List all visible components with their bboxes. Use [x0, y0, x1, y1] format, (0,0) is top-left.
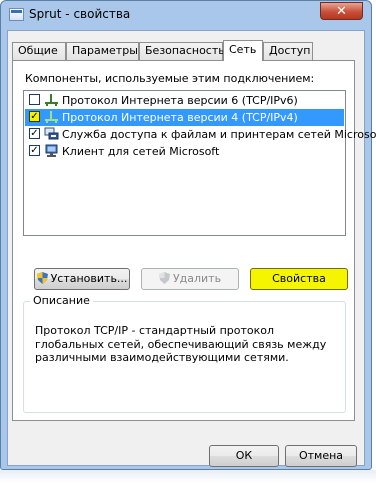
window-icon [9, 8, 24, 21]
description-legend: Описание [30, 294, 93, 307]
close-button[interactable]: ✕ [320, 2, 363, 20]
components-label: Компоненты, используемые этим подключени… [25, 72, 315, 85]
title-bar[interactable]: Sprut - свойства ✕ [1, 1, 371, 29]
network-protocol-icon [45, 94, 58, 106]
file-printer-sharing-icon [44, 127, 59, 140]
properties-button[interactable]: Свойства [250, 268, 348, 290]
list-item-selected[interactable]: ✓ Протокол Интернета версии 4 (TCP/IPv4) [25, 109, 344, 126]
list-item[interactable]: ✓ Служба доступа к файлам и принтерам се… [25, 126, 376, 143]
tab-security[interactable]: Безопасность [139, 42, 225, 60]
install-button[interactable]: Установить... [34, 268, 130, 290]
dialog-body: Общие Параметры Безопасность Сеть Доступ… [7, 30, 376, 467]
tab-general[interactable]: Общие [12, 42, 66, 60]
network-tab-panel: Компоненты, используемые этим подключени… [12, 60, 376, 421]
ok-button[interactable]: ОК [209, 445, 279, 467]
checkbox-ipv6[interactable] [29, 94, 40, 105]
list-item-label: Клиент для сетей Microsoft [62, 145, 220, 158]
window-title: Sprut - свойства [29, 7, 131, 21]
list-item-label: Служба доступа к файлам и принтерам сете… [62, 128, 376, 141]
window-shadow [0, 470, 376, 483]
description-group: Описание Протокол TCP/IP - стандартный п… [23, 294, 346, 413]
install-button-label: Установить... [50, 272, 128, 285]
uac-shield-icon [36, 272, 48, 284]
remove-button[interactable]: Удалить [141, 268, 239, 290]
properties-window: Sprut - свойства ✕ Общие Параметры Безоп… [0, 0, 376, 470]
list-item[interactable]: Протокол Интернета версии 6 (TCP/IPv6) [25, 92, 344, 109]
components-list[interactable]: Протокол Интернета версии 6 (TCP/IPv6) ✓… [23, 90, 376, 236]
network-client-icon [45, 144, 58, 157]
list-item-label: Протокол Интернета версии 6 (TCP/IPv6) [62, 94, 298, 107]
checkbox-file-printer-sharing[interactable]: ✓ [29, 128, 40, 139]
checkbox-network-client[interactable]: ✓ [29, 145, 40, 156]
network-protocol-icon [45, 111, 58, 123]
checkbox-ipv4[interactable]: ✓ [29, 111, 40, 122]
remove-button-label: Удалить [172, 272, 222, 285]
tab-parameters[interactable]: Параметры [66, 42, 139, 60]
uac-shield-icon [158, 272, 170, 284]
cancel-button[interactable]: Отмена [285, 445, 357, 467]
list-item[interactable]: ✓ Клиент для сетей Microsoft [25, 143, 344, 160]
list-item-label: Протокол Интернета версии 4 (TCP/IPv4) [62, 111, 298, 124]
description-text: Протокол TCP/IP - стандартный протокол г… [35, 324, 327, 364]
tab-network[interactable]: Сеть [223, 40, 263, 61]
tab-sharing[interactable]: Доступ [263, 42, 313, 60]
